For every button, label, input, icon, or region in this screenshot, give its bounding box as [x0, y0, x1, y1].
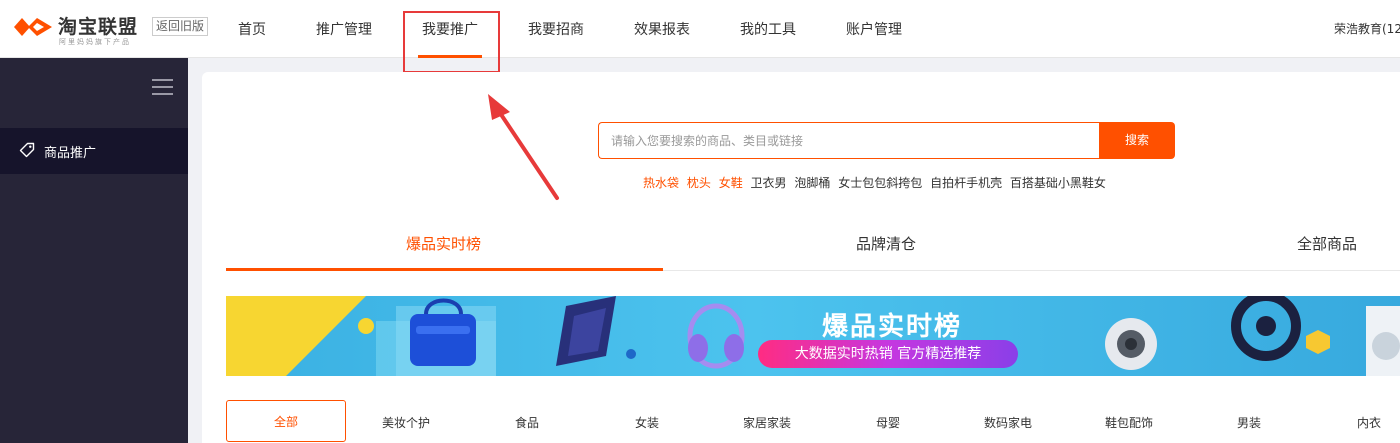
hot-ranking-banner[interactable]: 爆品实时榜 大数据实时热销 官方精选推荐	[226, 296, 1400, 376]
annotation-arrow-icon	[488, 94, 559, 200]
annotation-highlight-box	[403, 11, 500, 73]
hot-word[interactable]: 百搭基础小黑鞋女	[1010, 176, 1106, 190]
category-underwear[interactable]: 内衣	[1357, 414, 1381, 431]
category-mens-clothing[interactable]: 男装	[1237, 414, 1261, 431]
hot-word[interactable]: 自拍杆手机壳	[930, 176, 1002, 190]
category-baby[interactable]: 母婴	[876, 414, 900, 431]
tab-hot-realtime[interactable]: 爆品实时榜	[406, 233, 481, 254]
category-shoes-bags[interactable]: 鞋包配饰	[1105, 414, 1153, 431]
nav-reports[interactable]: 效果报表	[634, 19, 690, 39]
taobao-union-logo[interactable]: 淘宝联盟 阿里妈妈旗下产品	[12, 10, 152, 50]
category-all[interactable]: 全部	[226, 400, 346, 442]
search-input[interactable]	[599, 123, 1100, 158]
category-beauty[interactable]: 美妆个护	[382, 414, 430, 431]
active-tab-indicator	[226, 268, 663, 271]
nav-account-management[interactable]: 账户管理	[846, 19, 902, 39]
hot-word[interactable]: 女士包包斜挎包	[838, 176, 922, 190]
logo-subtitle: 阿里妈妈旗下产品	[59, 38, 131, 46]
hamburger-menu-icon[interactable]	[152, 79, 173, 100]
search-field[interactable]	[598, 122, 1100, 159]
nav-merchant-recruit[interactable]: 我要招商	[528, 19, 584, 39]
banner-title: 爆品实时榜	[822, 312, 963, 342]
category-home[interactable]: 家居家装	[743, 414, 791, 431]
hot-word[interactable]: 热水袋	[643, 176, 679, 190]
tab-all-products[interactable]: 全部商品	[1297, 233, 1357, 254]
hot-word[interactable]: 枕头	[687, 176, 711, 190]
banner-subtitle: 大数据实时热销 官方精选推荐	[758, 340, 1018, 368]
nav-promotion-management[interactable]: 推广管理	[316, 19, 372, 39]
tab-brand-clearance[interactable]: 品牌清仓	[856, 233, 916, 254]
sidebar-item-product-promotion[interactable]: 商品推广	[0, 128, 188, 174]
nav-home[interactable]: 首页	[238, 19, 266, 39]
search-button[interactable]: 搜索	[1099, 122, 1175, 159]
category-womens-clothing[interactable]: 女装	[635, 414, 659, 431]
user-account-name[interactable]: 荣浩教育(12	[1334, 20, 1400, 37]
sidebar: 商品推广	[0, 58, 188, 443]
hot-word[interactable]: 卫衣男	[751, 176, 787, 190]
back-to-old-version-button[interactable]: 返回旧版	[152, 17, 209, 36]
logo-mark-icon	[14, 18, 52, 36]
hot-word[interactable]: 泡脚桶	[794, 176, 830, 190]
hot-search-words: 热水袋 枕头 女鞋 卫衣男 泡脚桶 女士包包斜挎包 自拍杆手机壳 百搭基础小黑鞋…	[643, 174, 1110, 191]
category-electronics[interactable]: 数码家电	[984, 414, 1032, 431]
top-navbar: 淘宝联盟 阿里妈妈旗下产品 返回旧版 首页 推广管理 我要推广 我要招商 效果报…	[0, 0, 1400, 58]
hot-word[interactable]: 女鞋	[719, 176, 743, 190]
logo-text: 淘宝联盟	[58, 16, 139, 38]
sidebar-item-label: 商品推广	[44, 146, 97, 161]
tag-icon	[19, 142, 35, 158]
category-food[interactable]: 食品	[515, 414, 539, 431]
nav-my-tools[interactable]: 我的工具	[740, 19, 796, 39]
